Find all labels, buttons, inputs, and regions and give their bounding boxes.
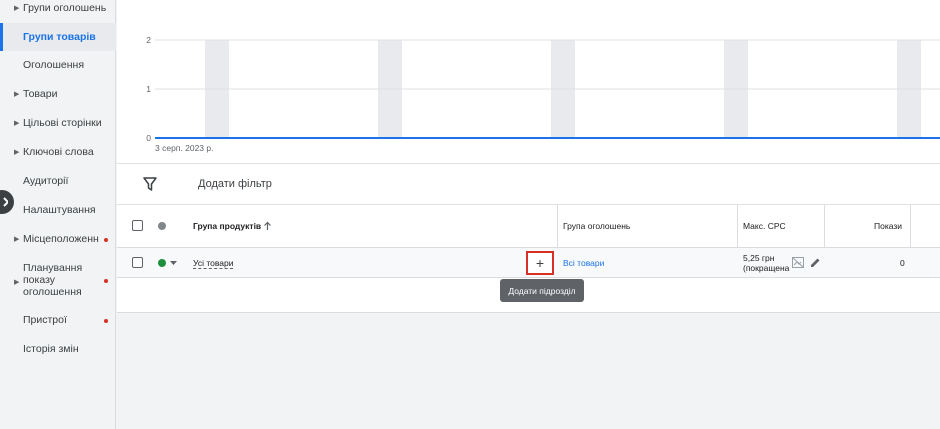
no-image-icon xyxy=(792,257,804,268)
sort-ascending-icon[interactable] xyxy=(263,221,272,231)
impressions-value: 0 xyxy=(900,258,905,268)
y-tick-label: 2 xyxy=(146,35,151,45)
chevron-right-icon xyxy=(3,197,8,207)
y-tick-label: 0 xyxy=(146,133,151,143)
plus-icon: + xyxy=(535,255,545,271)
column-header-ad-group[interactable]: Група оголошень xyxy=(563,221,630,231)
sidebar: ▶ Групи оголошень Групи товарів Оголошен… xyxy=(0,0,116,429)
sidebar-item-products[interactable]: ▶ Товари xyxy=(0,88,116,102)
sidebar-item-ads[interactable]: Оголошення xyxy=(0,59,116,73)
ad-group-link[interactable]: Всі товари xyxy=(563,258,604,268)
sidebar-item-label: Групи оголошень xyxy=(23,2,107,14)
sidebar-item-audiences[interactable]: Аудиторії xyxy=(0,175,116,189)
table-row: Усі товари + Всі товари 5,25 грн (покращ… xyxy=(117,248,940,278)
alert-dot xyxy=(104,279,108,283)
chart-svg: 2 1 0 3 серп. 2023 р. xyxy=(146,35,940,153)
performance-chart: 2 1 0 3 серп. 2023 р. xyxy=(117,0,940,163)
row-checkbox[interactable] xyxy=(132,257,143,268)
tooltip-text: Додати підрозділ xyxy=(508,285,576,296)
sidebar-item-label: Оголошення xyxy=(23,59,85,71)
max-cpc-strategy: (покращена xyxy=(743,263,790,273)
sidebar-item-label: Ключові слова xyxy=(23,146,94,158)
caret-right-icon: ▶ xyxy=(14,91,20,98)
column-header-max-cpc[interactable]: Макс. CPC xyxy=(743,221,786,231)
sidebar-item-change-history[interactable]: Історія змін xyxy=(0,343,116,357)
status-header-icon xyxy=(158,222,166,230)
status-enabled-icon[interactable] xyxy=(158,259,166,267)
sidebar-item-label: Товари xyxy=(23,88,58,100)
sidebar-item-product-groups[interactable]: Групи товарів xyxy=(0,23,116,51)
tooltip: Додати підрозділ xyxy=(500,279,584,302)
sidebar-item-ad-schedule[interactable]: ▶ Планування показу оголошення xyxy=(0,262,116,302)
add-filter-button[interactable]: Додати фільтр xyxy=(198,178,272,190)
filter-icon[interactable] xyxy=(143,177,157,191)
caret-right-icon: ▶ xyxy=(14,5,20,12)
alert-dot xyxy=(104,319,108,323)
sidebar-item-label: Пристрої xyxy=(23,314,67,326)
sidebar-item-label: Цільові сторінки xyxy=(23,117,102,129)
alert-dot xyxy=(104,238,108,242)
add-subdivision-button[interactable]: + xyxy=(526,251,554,275)
select-all-checkbox[interactable] xyxy=(132,220,143,231)
caret-right-icon: ▶ xyxy=(14,279,20,286)
sidebar-item-keywords[interactable]: ▶ Ключові слова xyxy=(0,146,116,160)
status-dropdown-icon[interactable] xyxy=(170,261,177,266)
sidebar-item-label-line: оголошення xyxy=(23,286,82,298)
filter-bar: Додати фільтр xyxy=(117,163,940,205)
product-group-name[interactable]: Усі товари xyxy=(193,258,234,269)
sidebar-item-ad-groups[interactable]: ▶ Групи оголошень xyxy=(0,2,116,16)
sidebar-item-label: Аудиторії xyxy=(23,175,69,187)
sidebar-item-label: Налаштування xyxy=(23,204,96,216)
column-header-product-group[interactable]: Група продуктів xyxy=(193,221,261,231)
column-header-impressions[interactable]: Покази xyxy=(874,221,902,231)
sidebar-item-settings[interactable]: Налаштування xyxy=(0,204,116,218)
y-tick-label: 1 xyxy=(146,84,151,94)
sidebar-item-devices[interactable]: Пристрої xyxy=(0,314,116,328)
caret-right-icon: ▶ xyxy=(14,149,20,156)
edit-pencil-icon[interactable] xyxy=(810,257,821,268)
sidebar-item-locations[interactable]: ▶ Місцеположення xyxy=(0,233,116,247)
sidebar-item-landing-pages[interactable]: ▶ Цільові сторінки xyxy=(0,117,116,131)
caret-right-icon: ▶ xyxy=(14,236,20,243)
sidebar-item-label: Місцеположення xyxy=(23,233,99,245)
caret-right-icon: ▶ xyxy=(14,120,20,127)
table-header: Група продуктів Група оголошень Макс. CP… xyxy=(117,205,940,248)
sidebar-item-label: Групи товарів xyxy=(23,31,96,43)
sidebar-item-label: Історія змін xyxy=(23,343,79,355)
max-cpc-value: 5,25 грн xyxy=(743,253,775,263)
x-tick-label: 3 серп. 2023 р. xyxy=(155,143,213,153)
